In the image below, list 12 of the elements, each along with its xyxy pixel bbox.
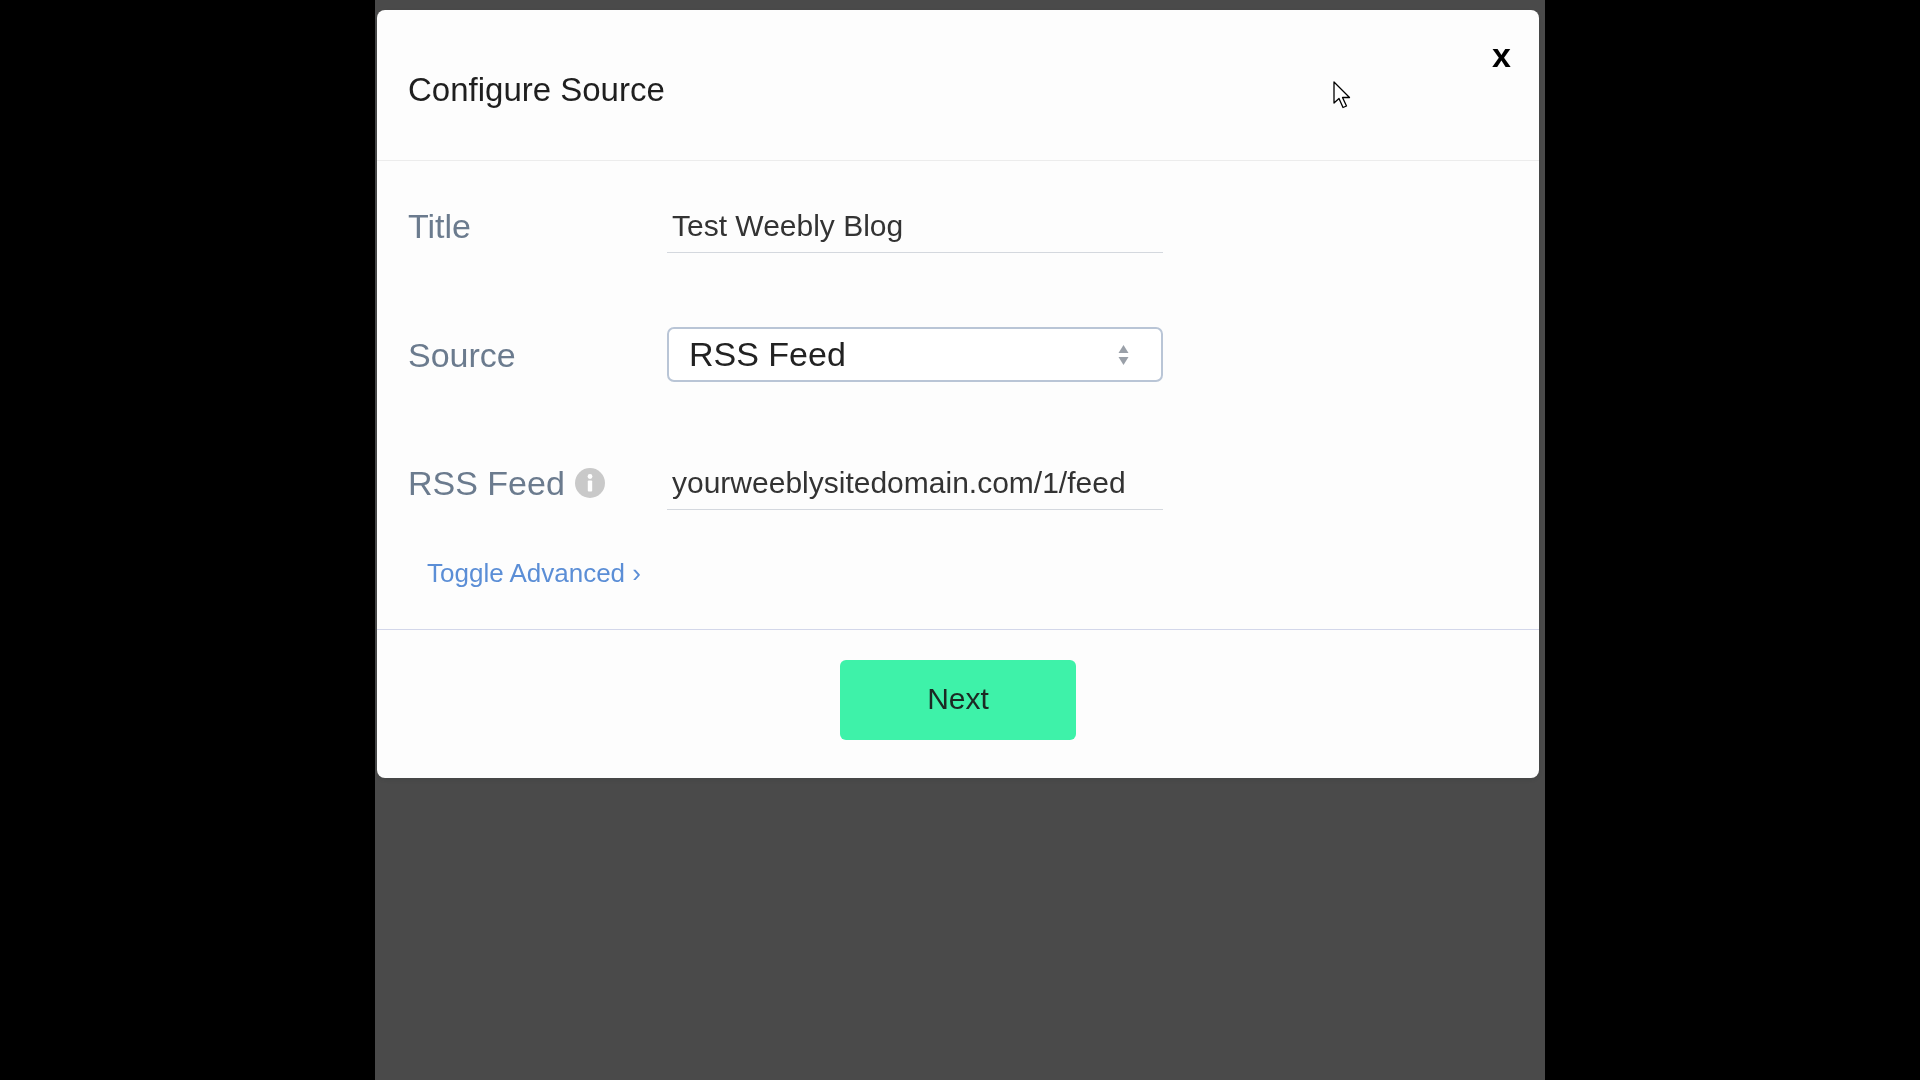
field-label: Source	[408, 334, 516, 375]
close-button[interactable]: x	[1492, 38, 1511, 72]
input-field[interactable]: yourweeblysitedomain.com/1/feed	[667, 456, 1163, 510]
mouse-cursor-icon	[1333, 81, 1352, 109]
dialog-title: Configure Source	[408, 70, 665, 110]
input-field[interactable]: Test Weebly Blog	[667, 199, 1163, 253]
next-button[interactable]: Next	[840, 660, 1076, 740]
source-select[interactable]: RSS Feed	[667, 327, 1163, 382]
field-label: Title	[408, 206, 471, 246]
sort-arrows-icon	[1118, 343, 1129, 366]
field-label: RSS Feed	[408, 463, 565, 503]
info-icon[interactable]	[574, 468, 605, 498]
